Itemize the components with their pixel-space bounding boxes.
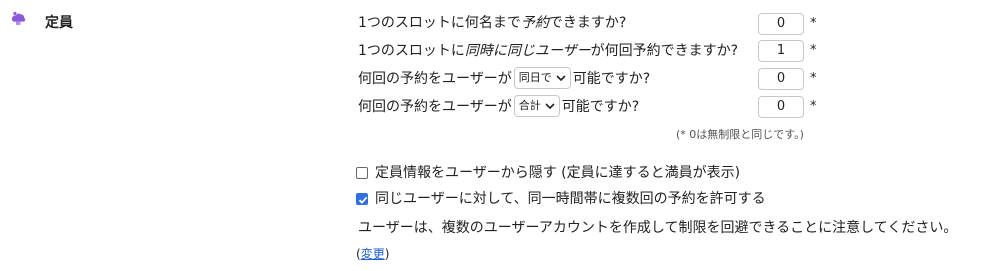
same-user-bookings-label: 1つのスロットに同時に同じユーザーが何回予約できますか? (358, 41, 738, 61)
max-bookings-per-slot-label: 1つのスロットに何名まで予約できますか? (358, 13, 626, 33)
chevron-down-icon (545, 103, 555, 110)
chevron-down-icon (556, 75, 566, 82)
period-select-same-day[interactable]: 同日で (513, 67, 571, 89)
label-text: できますか? (548, 15, 627, 31)
bookings-per-day-input[interactable]: 0 (758, 68, 804, 90)
puzzle-cloud-icon (8, 10, 28, 30)
required-marker: * (810, 99, 817, 114)
change-link-wrapper: (変更) (356, 245, 389, 263)
allow-multiple-bookings-label[interactable]: 同じユーザーに対して、同一時間帯に複数回の予約を許可する (375, 189, 766, 209)
label-emphasis: 同時に同じユーザー (464, 43, 591, 59)
label-text: 可能ですか? (572, 71, 651, 87)
section-title: 定員 (45, 15, 73, 31)
select-value: 合計 (518, 99, 541, 112)
label-text: 1つのスロットに何名まで (358, 15, 521, 31)
allow-multiple-bookings-checkbox[interactable] (356, 193, 368, 205)
same-user-bookings-input[interactable]: 1 (758, 40, 804, 62)
period-select-total[interactable]: 合計 (513, 95, 560, 117)
required-marker: * (810, 71, 817, 86)
bookings-total-input[interactable]: 0 (758, 96, 804, 118)
label-emphasis: 予約 (520, 15, 549, 31)
bookings-total-label: 何回の予約をユーザーが 合計 可能ですか? (358, 95, 640, 117)
zero-unlimited-note: (* 0は無制限と同じです。) (676, 128, 804, 141)
label-text: 可能ですか? (561, 99, 640, 115)
label-text: が何回予約できますか? (590, 43, 739, 59)
required-marker: * (810, 16, 817, 31)
select-value: 同日で (518, 71, 552, 84)
label-text: 何回の予約をユーザーが (358, 99, 512, 115)
paren-close: ) (384, 247, 390, 261)
hide-capacity-label[interactable]: 定員情報をユーザーから隠す (定員に達すると満員が表示) (375, 163, 740, 183)
bookings-per-day-label: 何回の予約をユーザーが 同日で 可能ですか? (358, 67, 651, 89)
max-bookings-per-slot-input[interactable]: 0 (758, 13, 804, 35)
multiple-accounts-warning: ユーザーは、複数のユーザーアカウントを作成して制限を回避できることに注意してくだ… (358, 220, 958, 236)
required-marker: * (810, 43, 817, 58)
checkmark-icon (358, 196, 368, 204)
change-link[interactable]: 変更 (361, 247, 385, 261)
hide-capacity-checkbox[interactable] (356, 167, 368, 179)
label-text: 1つのスロットに (358, 43, 465, 59)
label-text: 何回の予約をユーザーが (358, 71, 512, 87)
